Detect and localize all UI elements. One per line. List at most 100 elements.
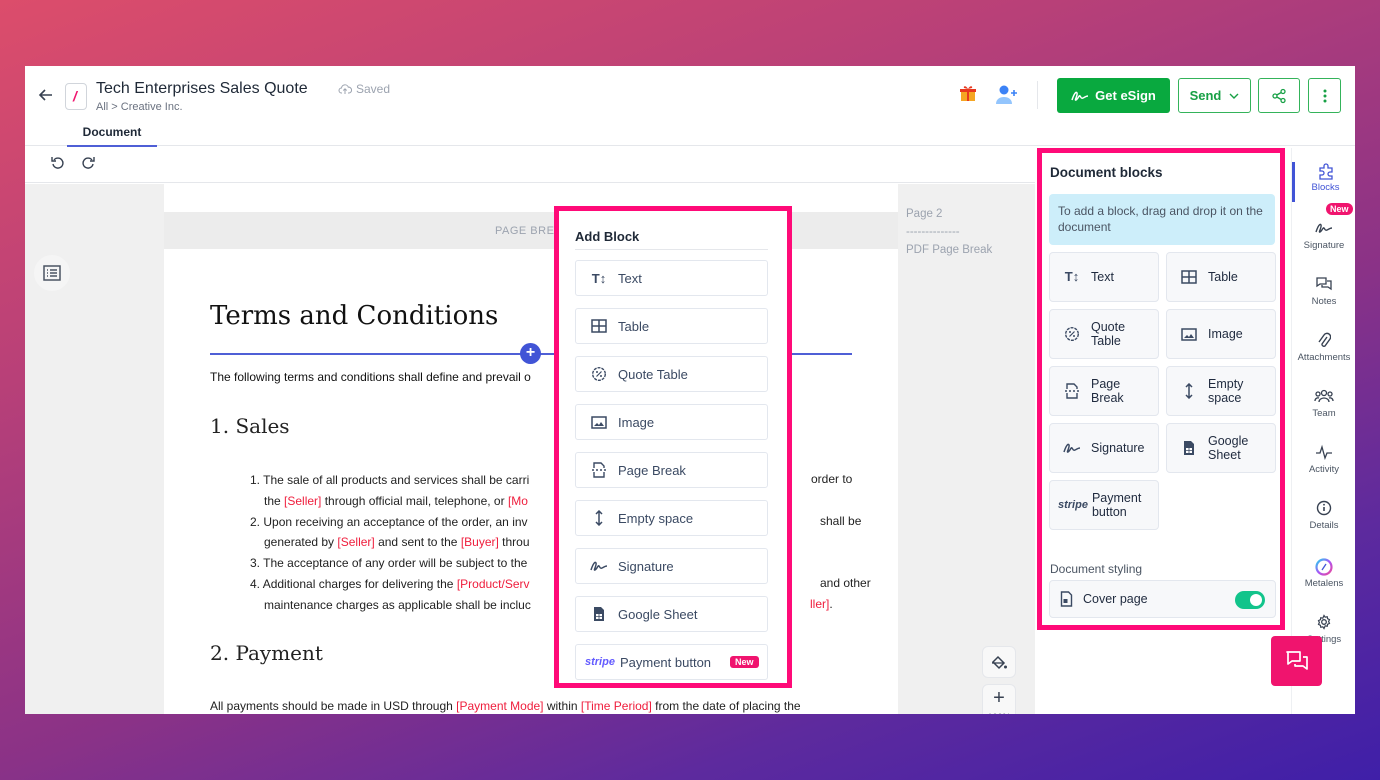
google-sheet-icon [594,607,604,621]
block-signature[interactable]: Signature [1049,423,1159,473]
block-page-break[interactable]: Page Break [1049,366,1159,416]
add-block-signature[interactable]: Signature [575,548,768,584]
tab-document[interactable]: Document [67,122,157,147]
quote-table-icon [591,366,607,382]
add-block-table[interactable]: Table [575,308,768,344]
sidebar-item-signature[interactable]: Signature [1292,220,1355,251]
activity-icon [1292,444,1355,464]
more-options-button[interactable] [1308,78,1341,113]
cover-page-icon [1060,591,1073,607]
add-block-popup: Add Block T↕ Text Table Quote Table Imag… [554,206,792,688]
terms-heading[interactable]: Terms and Conditions [210,301,498,331]
table-icon [591,319,607,333]
divider [1037,81,1038,109]
block-table[interactable]: Table [1166,252,1276,302]
undo-icon [51,157,64,169]
page-break-icon [1065,383,1079,399]
redo-icon [82,157,95,169]
sidebar-item-notes[interactable]: Notes [1292,276,1355,307]
get-esign-button[interactable]: Get eSign [1057,78,1170,113]
section-payment-heading[interactable]: 2. Payment [210,641,323,665]
block-payment-button[interactable]: stripe Payment button [1049,480,1159,530]
block-image[interactable]: Image [1166,309,1276,359]
share-icon [1272,88,1286,103]
add-block-quote-table[interactable]: Quote Table [575,356,768,392]
sidebar-item-attachments[interactable]: Attachments [1292,332,1355,363]
block-text[interactable]: T↕ Text [1049,252,1159,302]
document-styling-label: Document styling [1050,562,1143,576]
list-text-right: ller]. [810,597,833,611]
list-text-right: order to [811,472,853,486]
redo-button[interactable] [78,155,98,175]
page-break-icon [592,462,606,478]
intro-paragraph[interactable]: The following terms and conditions shall… [210,370,531,384]
block-empty-space[interactable]: Empty space [1166,366,1276,416]
header: Tech Enterprises Sales Quote Saved All >… [25,66,1355,147]
text-icon: T↕ [591,270,607,286]
signature-icon [590,561,608,571]
add-block-page-break[interactable]: Page Break [575,452,768,488]
share-button[interactable] [1258,78,1300,113]
document-logo-icon [65,83,87,110]
styling-button[interactable] [982,646,1016,678]
add-block-google-sheet[interactable]: Google Sheet [575,596,768,632]
text-icon: T↕ [1064,269,1080,284]
send-label: Send [1189,88,1222,103]
outline-button[interactable] [34,255,70,291]
gift-icon[interactable] [959,84,977,107]
payment-paragraph[interactable]: All payments should be made in USD throu… [210,699,801,713]
right-sidebar: Blocks New Signature Notes Attachments T [1291,148,1355,714]
notes-icon [1292,276,1355,296]
pdf-page-break-note: Page 2 -------------- PDF Page Break [906,205,992,259]
dashes: -------------- [906,226,960,238]
divider [575,249,768,250]
block-quote-table[interactable]: Quote Table [1049,309,1159,359]
document-blocks-panel: Document blocks To add a block, drag and… [1037,148,1285,630]
cover-page-row: Cover page [1049,580,1276,618]
chat-button[interactable] [1271,636,1322,686]
document-title[interactable]: Tech Enterprises Sales Quote [96,80,308,98]
signature-icon [1071,91,1089,101]
document-canvas: PAGE BREAK Page 2 -------------- PDF Pag… [25,184,1035,714]
paperclip-icon [1292,332,1355,352]
cover-page-toggle[interactable] [1235,591,1265,609]
add-block-empty-space[interactable]: Empty space [575,500,768,536]
zoom-in-button[interactable]: + [983,685,1015,711]
zoom-controls: + 100% − [982,646,1016,714]
arrow-left-icon [38,89,52,101]
add-block-image[interactable]: Image [575,404,768,440]
add-block-text[interactable]: T↕ Text [575,260,768,296]
paint-bucket-icon [991,655,1007,670]
back-button[interactable] [35,86,57,108]
section-sales-heading[interactable]: 1. Sales [210,414,290,438]
undo-button[interactable] [48,155,68,175]
team-icon [1292,388,1355,408]
sidebar-item-team[interactable]: Team [1292,388,1355,419]
image-icon [591,415,607,429]
image-icon [1181,327,1197,341]
pdf-break-label: PDF Page Break [906,244,993,256]
get-esign-label: Get eSign [1095,88,1156,103]
add-block-plus-button[interactable]: + [520,343,541,364]
breadcrumb[interactable]: All > Creative Inc. [96,101,183,113]
add-block-title: Add Block [575,229,640,244]
save-status: Saved [338,82,390,96]
chevron-down-icon [1229,93,1239,99]
list-text-right: shall be [820,514,862,528]
stripe-icon: stripe [585,656,615,668]
add-block-payment-button[interactable]: stripe Payment button New [575,644,768,680]
sidebar-item-metalens[interactable]: Metalens [1292,558,1355,589]
app-window: Tech Enterprises Sales Quote Saved All >… [25,66,1355,714]
panel-title: Document blocks [1050,165,1163,180]
send-button[interactable]: Send [1178,78,1251,113]
page-number-label: Page 2 [906,208,943,220]
sidebar-item-activity[interactable]: Activity [1292,444,1355,475]
new-badge: New [1326,203,1353,215]
empty-space-icon [1185,383,1193,399]
sidebar-item-details[interactable]: Details [1292,500,1355,531]
chat-icon [1285,651,1308,670]
sidebar-item-blocks[interactable]: Blocks [1292,162,1355,202]
add-user-icon[interactable] [995,84,1019,106]
saved-label: Saved [356,82,391,96]
block-google-sheet[interactable]: Google Sheet [1166,423,1276,473]
